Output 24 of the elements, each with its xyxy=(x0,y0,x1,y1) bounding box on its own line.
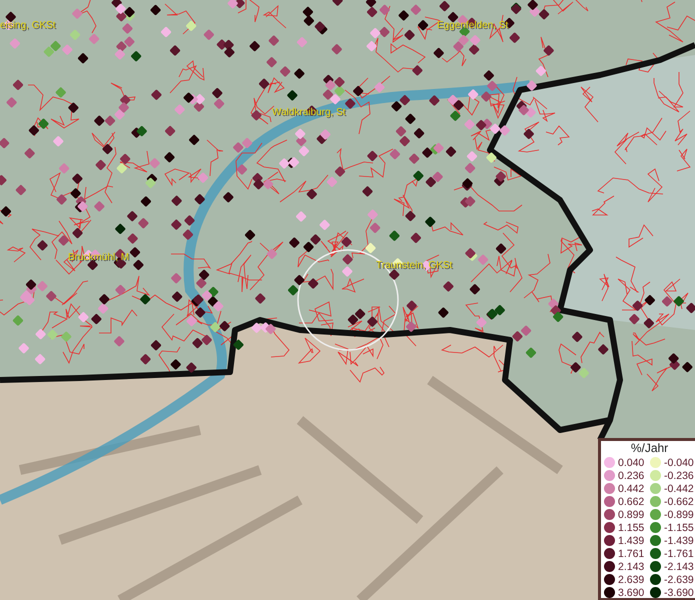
legend-value: 1.761 xyxy=(618,548,646,560)
legend-value: 0.236 xyxy=(618,470,646,482)
legend-value: -0.040 xyxy=(664,456,695,468)
legend-value: 0.899 xyxy=(618,508,646,520)
legend-value: 1.439 xyxy=(618,534,646,546)
legend-title: %/Jahr xyxy=(630,442,670,455)
legend-value: 0.442 xyxy=(618,482,646,494)
legend-value: -1.439 xyxy=(664,534,695,546)
legend-value: -3.690 xyxy=(664,586,695,598)
legend-value: -0.236 xyxy=(664,470,695,482)
legend-value: -2.143 xyxy=(664,560,695,572)
legend-value: -2.639 xyxy=(664,574,695,586)
legend-value: -0.442 xyxy=(664,482,695,494)
place-label: eising, GKSt xyxy=(0,20,56,31)
legend-value: -0.899 xyxy=(664,508,695,520)
legend-value: 1.155 xyxy=(618,522,646,534)
legend-value: 2.639 xyxy=(618,574,646,586)
legend-value: -0.662 xyxy=(664,496,695,508)
legend-value: -1.155 xyxy=(664,522,695,534)
legend-value: -1.761 xyxy=(664,548,695,560)
legend-value: 0.040 xyxy=(618,456,646,468)
legend-value: 0.662 xyxy=(618,496,646,508)
legend-value: 3.690 xyxy=(618,586,646,598)
legend-value: 2.143 xyxy=(618,560,646,572)
